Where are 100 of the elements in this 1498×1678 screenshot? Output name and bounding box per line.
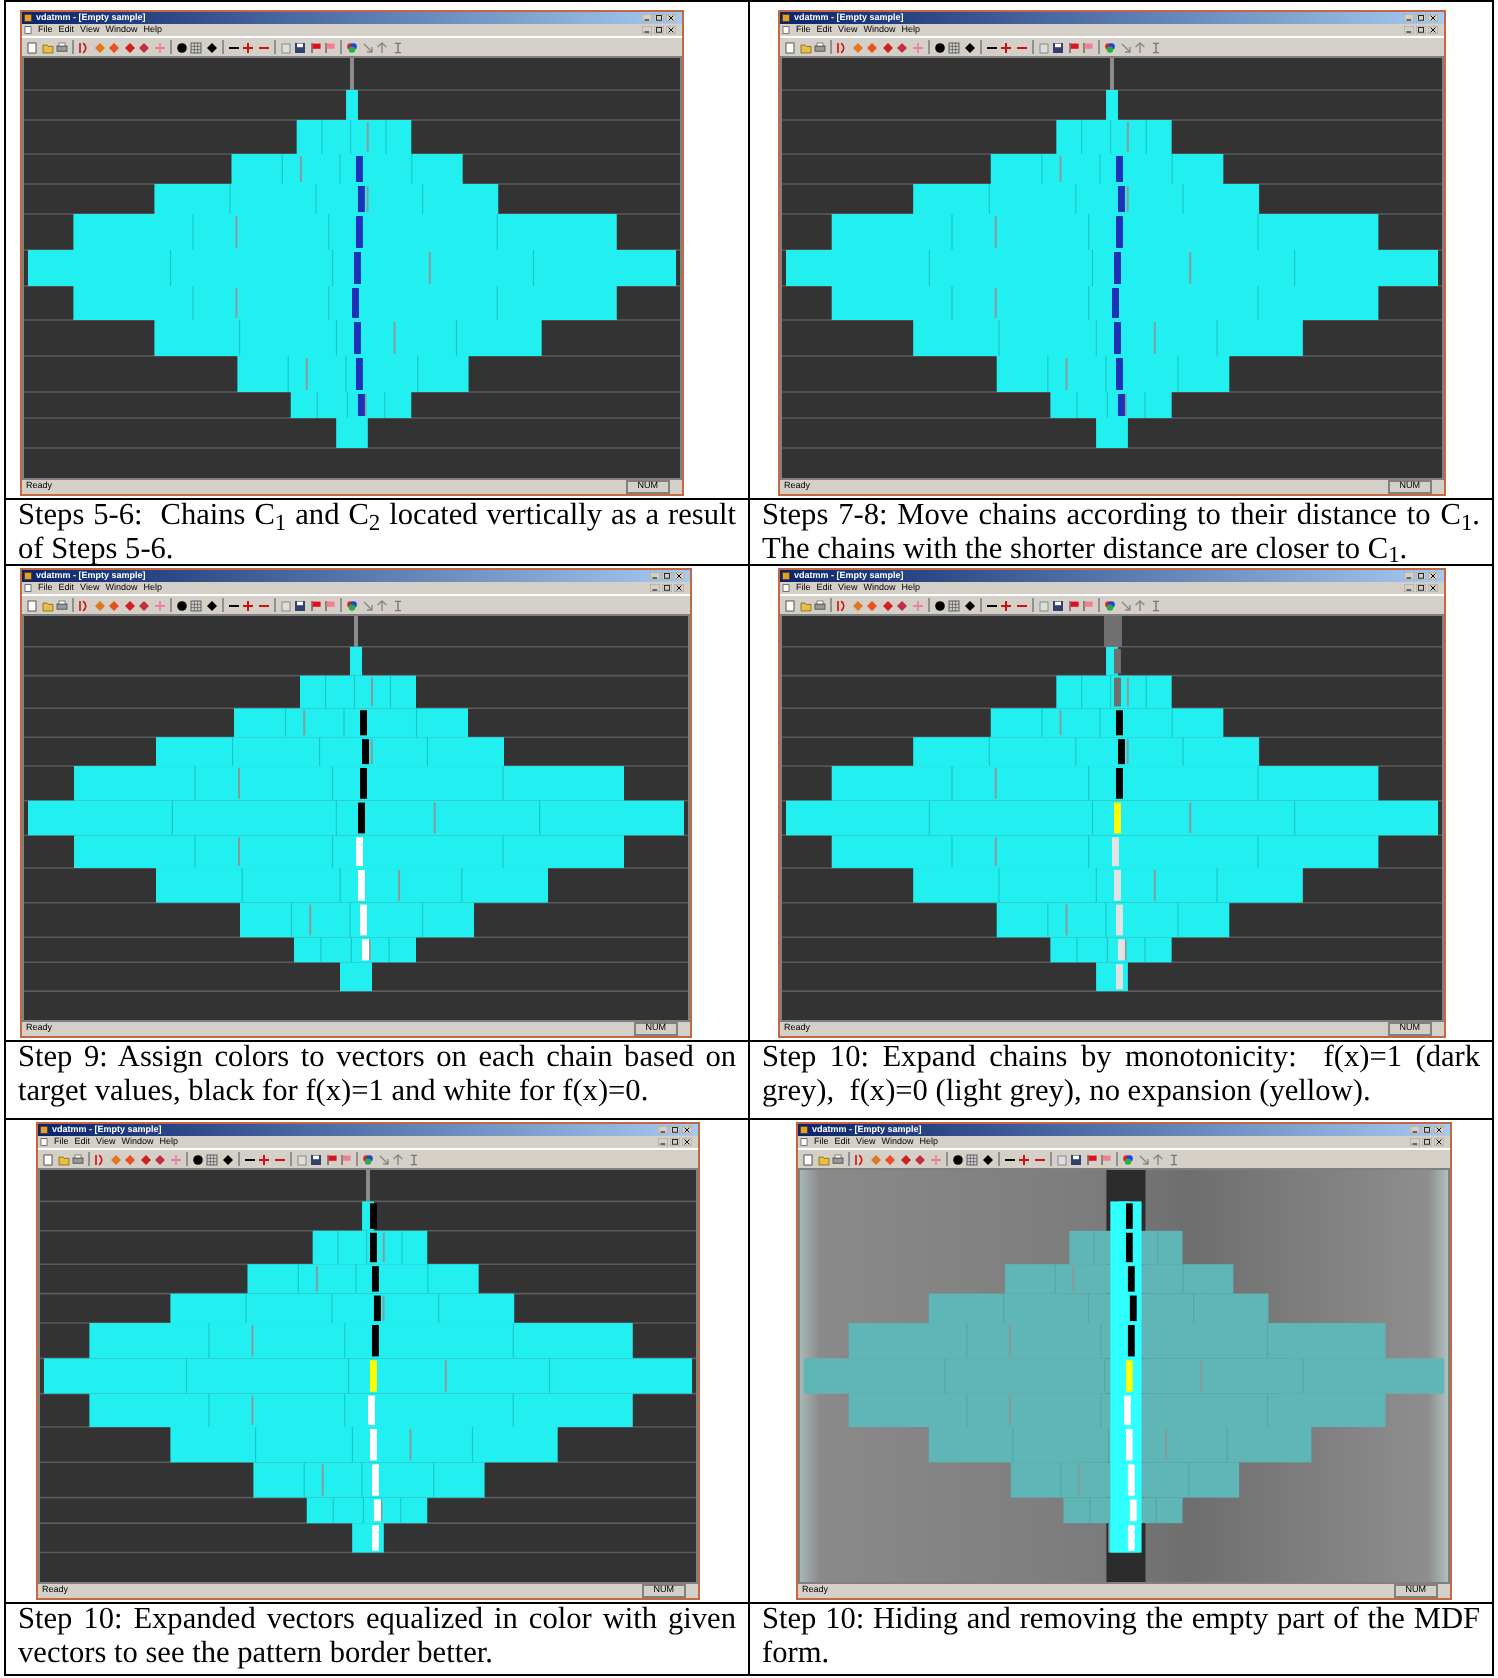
arrow-icon[interactable] <box>376 41 388 53</box>
arrow-icon[interactable] <box>1134 599 1146 611</box>
minimize-icon[interactable] <box>1404 26 1414 34</box>
dot-icon[interactable] <box>951 1153 963 1165</box>
maximize-icon[interactable] <box>662 572 672 580</box>
minus-icon[interactable] <box>243 1153 255 1165</box>
close-icon[interactable] <box>1434 1138 1444 1146</box>
text-cursor-icon[interactable] <box>391 599 403 611</box>
printer-icon[interactable] <box>814 599 826 611</box>
printer-icon[interactable] <box>56 599 68 611</box>
text-cursor-icon[interactable] <box>1149 41 1161 53</box>
bracket-icon[interactable] <box>836 41 848 53</box>
dot-icon[interactable] <box>191 1153 203 1165</box>
close-icon[interactable] <box>1434 1126 1444 1134</box>
maximize-icon[interactable] <box>1416 26 1426 34</box>
grid-icon[interactable] <box>966 1153 978 1165</box>
minimize-icon[interactable] <box>1404 572 1414 580</box>
bracket-icon[interactable] <box>836 599 848 611</box>
minus-icon[interactable] <box>227 41 239 53</box>
arrow-icon[interactable] <box>392 1153 404 1165</box>
plus-icon[interactable] <box>1018 1153 1030 1165</box>
flag-icon[interactable] <box>324 599 336 611</box>
printer-icon[interactable] <box>814 41 826 53</box>
page-icon[interactable] <box>784 599 796 611</box>
minimize-icon[interactable] <box>658 1126 668 1134</box>
minus-icon[interactable] <box>985 41 997 53</box>
text-cursor-icon[interactable] <box>407 1153 419 1165</box>
printer-icon[interactable] <box>56 41 68 53</box>
close-icon[interactable] <box>1428 572 1438 580</box>
dot-icon[interactable] <box>175 599 187 611</box>
arrow-icon[interactable] <box>361 599 373 611</box>
arrow-icon[interactable] <box>1134 41 1146 53</box>
page-icon[interactable] <box>26 599 38 611</box>
flag-icon[interactable] <box>1082 41 1094 53</box>
page-icon[interactable] <box>42 1153 54 1165</box>
bracket-icon[interactable] <box>854 1153 866 1165</box>
color-wheel-icon[interactable] <box>1104 599 1116 611</box>
grid-icon[interactable] <box>948 599 960 611</box>
text-cursor-icon[interactable] <box>1167 1153 1179 1165</box>
close-icon[interactable] <box>666 14 676 22</box>
color-wheel-icon[interactable] <box>346 41 358 53</box>
minimize-icon[interactable] <box>650 584 660 592</box>
minimize-icon[interactable] <box>1410 1138 1420 1146</box>
minus-icon[interactable] <box>985 599 997 611</box>
bracket-icon[interactable] <box>94 1153 106 1165</box>
disk-icon[interactable] <box>310 1153 322 1165</box>
disk-icon[interactable] <box>1070 1153 1082 1165</box>
minimize-icon[interactable] <box>658 1138 668 1146</box>
color-wheel-icon[interactable] <box>362 1153 374 1165</box>
plus-icon[interactable] <box>258 1153 270 1165</box>
close-icon[interactable] <box>666 26 676 34</box>
close-icon[interactable] <box>674 584 684 592</box>
disk-icon[interactable] <box>294 41 306 53</box>
grid-icon[interactable] <box>190 41 202 53</box>
arrow-icon[interactable] <box>1137 1153 1149 1165</box>
dot-icon[interactable] <box>175 41 187 53</box>
maximize-icon[interactable] <box>654 14 664 22</box>
bracket-icon[interactable] <box>78 599 90 611</box>
arrow-icon[interactable] <box>1119 41 1131 53</box>
flag-icon[interactable] <box>1100 1153 1112 1165</box>
maximize-icon[interactable] <box>1416 584 1426 592</box>
grid-icon[interactable] <box>206 1153 218 1165</box>
printer-icon[interactable] <box>72 1153 84 1165</box>
printer-icon[interactable] <box>832 1153 844 1165</box>
maximize-icon[interactable] <box>654 26 664 34</box>
color-wheel-icon[interactable] <box>1104 41 1116 53</box>
maximize-icon[interactable] <box>662 584 672 592</box>
plus-icon[interactable] <box>1000 599 1012 611</box>
plus-icon[interactable] <box>1000 41 1012 53</box>
arrow-icon[interactable] <box>376 599 388 611</box>
minimize-icon[interactable] <box>1404 584 1414 592</box>
minimize-icon[interactable] <box>1410 1126 1420 1134</box>
flag-icon[interactable] <box>324 41 336 53</box>
close-icon[interactable] <box>682 1138 692 1146</box>
dot-icon[interactable] <box>933 599 945 611</box>
text-cursor-icon[interactable] <box>1149 599 1161 611</box>
page-icon[interactable] <box>26 41 38 53</box>
arrow-icon[interactable] <box>1152 1153 1164 1165</box>
close-icon[interactable] <box>1428 26 1438 34</box>
close-icon[interactable] <box>682 1126 692 1134</box>
arrow-icon[interactable] <box>361 41 373 53</box>
disk-icon[interactable] <box>294 599 306 611</box>
color-wheel-icon[interactable] <box>346 599 358 611</box>
minimize-icon[interactable] <box>650 572 660 580</box>
color-wheel-icon[interactable] <box>1122 1153 1134 1165</box>
close-icon[interactable] <box>1428 14 1438 22</box>
arrow-icon[interactable] <box>377 1153 389 1165</box>
close-icon[interactable] <box>674 572 684 580</box>
flag-icon[interactable] <box>1082 599 1094 611</box>
minimize-icon[interactable] <box>1404 14 1414 22</box>
minimize-icon[interactable] <box>642 14 652 22</box>
grid-icon[interactable] <box>948 41 960 53</box>
plus-icon[interactable] <box>242 41 254 53</box>
arrow-icon[interactable] <box>1119 599 1131 611</box>
maximize-icon[interactable] <box>670 1138 680 1146</box>
dot-icon[interactable] <box>933 41 945 53</box>
close-icon[interactable] <box>1428 584 1438 592</box>
plus-icon[interactable] <box>242 599 254 611</box>
page-icon[interactable] <box>784 41 796 53</box>
disk-icon[interactable] <box>1052 41 1064 53</box>
